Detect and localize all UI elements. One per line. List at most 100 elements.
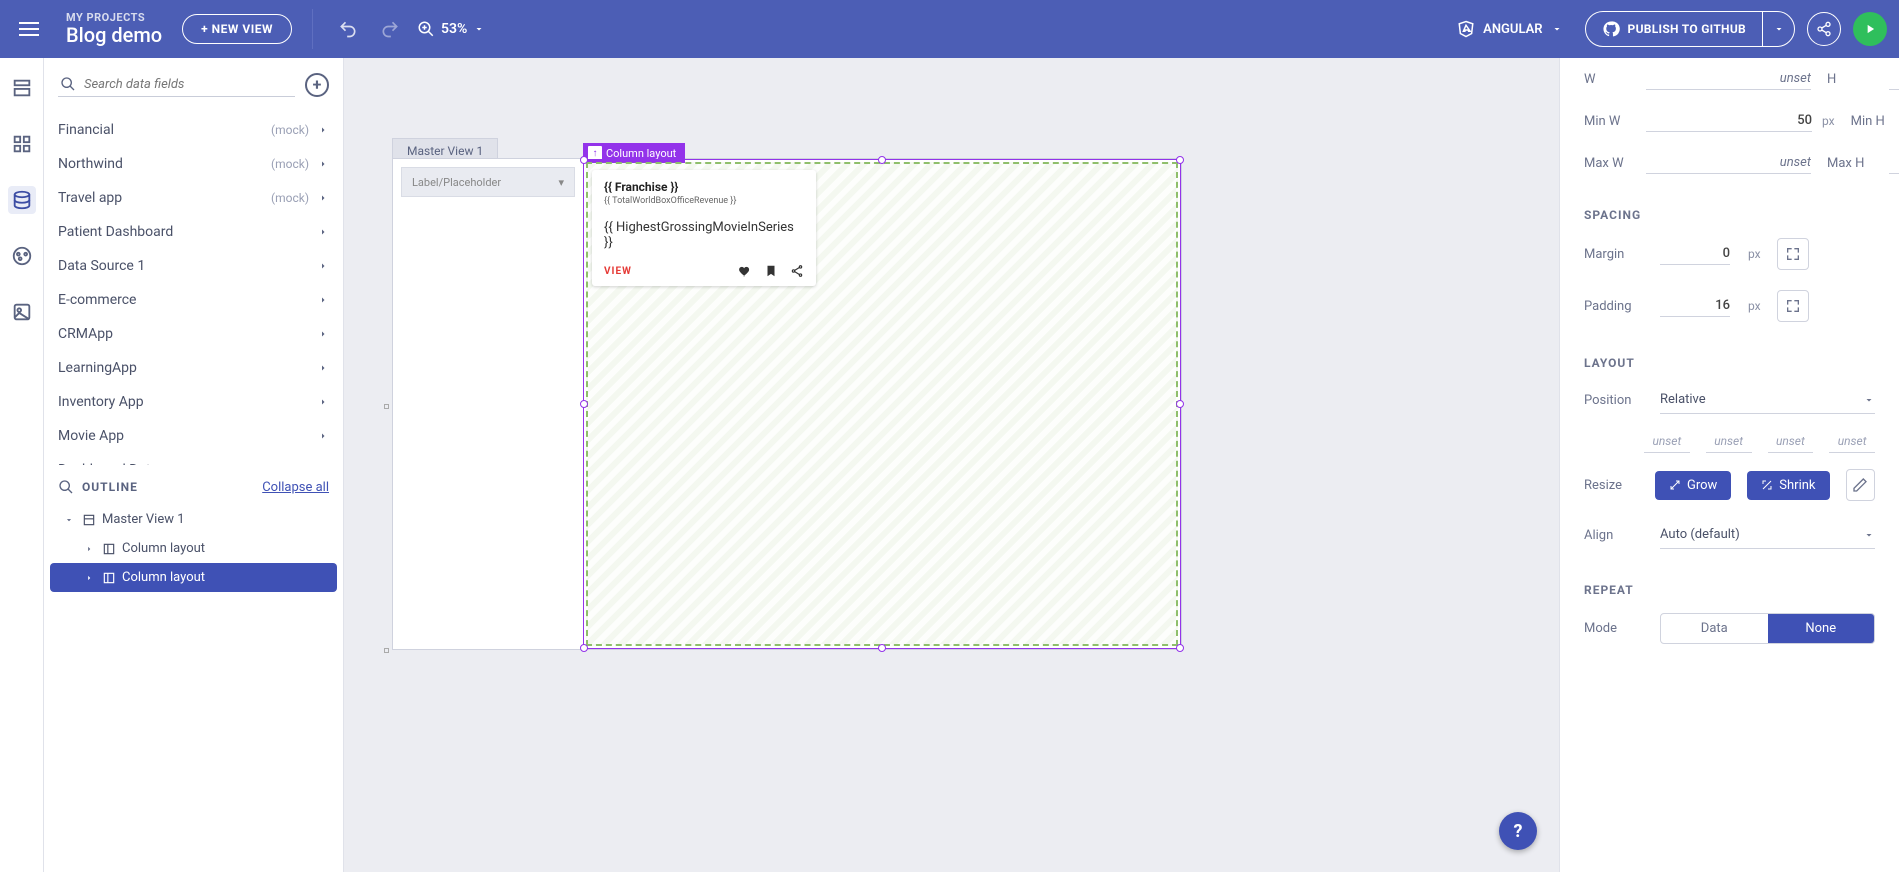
placeholder-dropdown[interactable]: Label/Placeholder ▾	[401, 167, 575, 197]
card-view-button[interactable]: VIEW	[604, 266, 632, 277]
project-heading: MY PROJECTS Blog demo	[66, 12, 162, 46]
margin-input[interactable]	[1660, 243, 1730, 265]
data-source-item[interactable]: Travel app(mock)	[44, 181, 343, 215]
search-input[interactable]	[84, 77, 293, 92]
mock-badge: (mock)	[271, 191, 309, 205]
offset-top[interactable]: unset	[1644, 430, 1690, 453]
padding-expand-button[interactable]	[1777, 290, 1809, 322]
data-source-item[interactable]: E-commerce	[44, 283, 343, 317]
rail-layouts[interactable]	[8, 74, 36, 102]
data-source-item[interactable]: Patient Dashboard	[44, 215, 343, 249]
preview-button[interactable]	[1853, 12, 1887, 46]
minw-label: Min W	[1584, 114, 1638, 129]
card-body: {{ HighestGrossingMovieInSeries }}	[604, 220, 804, 250]
mock-badge: (mock)	[271, 157, 309, 171]
mode-data[interactable]: Data	[1661, 614, 1768, 643]
zoom-control[interactable]: 53%	[417, 20, 485, 38]
data-source-name: Movie App	[58, 428, 317, 444]
data-source-item[interactable]: Data Source 1	[44, 249, 343, 283]
data-source-name: Patient Dashboard	[58, 224, 317, 240]
maxh-input[interactable]	[1889, 152, 1899, 174]
publish-label: PUBLISH TO GITHUB	[1628, 22, 1746, 36]
shrink-button[interactable]: Shrink	[1747, 471, 1829, 500]
main-menu-button[interactable]	[12, 12, 46, 46]
tree-label: Column layout	[122, 570, 205, 585]
chevron-down-icon	[1863, 394, 1875, 406]
card-subtitle: {{ TotalWorldBoxOfficeRevenue }}	[604, 196, 804, 206]
data-source-item[interactable]: LearningApp	[44, 351, 343, 385]
publish-dropdown-button[interactable]	[1762, 12, 1794, 46]
maxw-label: Max W	[1584, 156, 1638, 171]
add-data-source-button[interactable]: +	[305, 73, 329, 97]
redo-button[interactable]	[375, 14, 405, 44]
chevron-right-icon	[317, 192, 329, 204]
publish-button[interactable]: PUBLISH TO GITHUB	[1586, 12, 1762, 46]
data-source-item[interactable]: Movie App	[44, 419, 343, 453]
selection-name: Column layout	[606, 147, 676, 160]
rail-assets[interactable]	[8, 298, 36, 326]
grow-button[interactable]: Grow	[1655, 471, 1731, 500]
w-input[interactable]	[1646, 68, 1811, 90]
rail-theme[interactable]	[8, 242, 36, 270]
new-view-button[interactable]: + NEW VIEW	[182, 14, 292, 44]
h-label: H	[1827, 72, 1881, 87]
rail-components[interactable]	[8, 130, 36, 158]
data-source-name: Inventory App	[58, 394, 317, 410]
heart-icon[interactable]	[738, 264, 752, 278]
card-title: {{ Franchise }}	[604, 180, 804, 194]
tree-item-column-1[interactable]: Column layout	[50, 534, 337, 563]
select-parent-icon[interactable]: ↑	[588, 146, 602, 160]
chevron-right-icon	[317, 430, 329, 442]
margin-expand-button[interactable]	[1777, 238, 1809, 270]
align-select[interactable]: Auto (default)	[1660, 521, 1875, 549]
data-source-item[interactable]: Inventory App	[44, 385, 343, 419]
rail-data[interactable]	[8, 186, 36, 214]
tree-item-column-2[interactable]: Column layout	[50, 563, 337, 592]
bookmark-icon[interactable]	[764, 264, 778, 278]
collapse-all-link[interactable]: Collapse all	[262, 480, 329, 495]
properties-panel: W H Min W px Min H px Max W Max H SPACIN…	[1559, 58, 1899, 872]
help-button[interactable]: ?	[1499, 812, 1537, 850]
chevron-right-icon	[317, 294, 329, 306]
padding-label: Padding	[1584, 299, 1644, 314]
data-source-item[interactable]: Financial(mock)	[44, 113, 343, 147]
position-select[interactable]: Relative	[1660, 386, 1875, 414]
resize-edit-button[interactable]	[1846, 469, 1875, 501]
design-canvas[interactable]: Master View 1 Label/Placeholder ▾ ↑ Colu…	[344, 58, 1559, 872]
mode-toggle: Data None	[1660, 613, 1875, 644]
card-preview[interactable]: {{ Franchise }} {{ TotalWorldBoxOfficeRe…	[592, 170, 816, 286]
framework-selector[interactable]: ANGULAR	[1447, 14, 1572, 44]
offset-left[interactable]: unset	[1829, 430, 1875, 453]
data-source-list[interactable]: Financial(mock)Northwind(mock)Travel app…	[44, 105, 343, 465]
data-source-name: LearningApp	[58, 360, 317, 376]
padding-input[interactable]	[1660, 295, 1730, 317]
minw-input[interactable]	[1646, 110, 1812, 132]
maxw-input[interactable]	[1646, 152, 1811, 174]
h-input[interactable]	[1889, 68, 1899, 90]
undo-button[interactable]	[333, 14, 363, 44]
offset-right[interactable]: unset	[1706, 430, 1752, 453]
data-source-name: Dashboard Data	[58, 462, 317, 465]
mode-none[interactable]: None	[1768, 614, 1875, 643]
share-button[interactable]	[1807, 12, 1841, 46]
chevron-right-icon	[317, 124, 329, 136]
artboard[interactable]: Label/Placeholder ▾ ↑ Column layout {{ F…	[392, 158, 1182, 650]
chevron-right-icon	[84, 573, 94, 583]
data-source-item[interactable]: CRMApp	[44, 317, 343, 351]
tree-item-master[interactable]: Master View 1	[50, 505, 337, 534]
share-icon[interactable]	[790, 264, 804, 278]
chevron-down-icon	[1551, 23, 1563, 35]
offset-bottom[interactable]: unset	[1768, 430, 1814, 453]
chevron-down-icon	[1863, 529, 1875, 541]
angular-icon	[1457, 20, 1475, 38]
ruler-mark	[384, 648, 389, 653]
expand-arrows-icon	[1669, 479, 1681, 491]
data-source-item[interactable]: Dashboard Data	[44, 453, 343, 465]
chevron-down-icon	[473, 23, 485, 35]
chevron-right-icon	[317, 226, 329, 238]
data-source-item[interactable]: Northwind(mock)	[44, 147, 343, 181]
data-search[interactable]	[58, 72, 295, 97]
selected-column-layout[interactable]: {{ Franchise }} {{ TotalWorldBoxOfficeRe…	[583, 159, 1181, 649]
chevron-down-icon	[64, 515, 74, 525]
data-source-name: Travel app	[58, 190, 271, 206]
